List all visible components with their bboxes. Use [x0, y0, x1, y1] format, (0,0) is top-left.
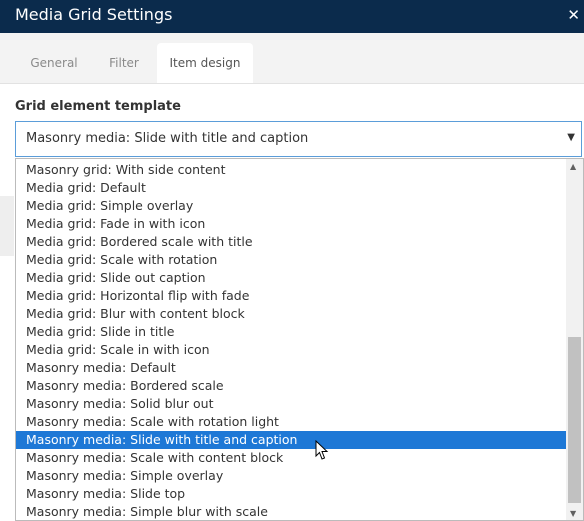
list-item-selected[interactable]: Masonry media: Slide with title and capt… — [16, 431, 567, 449]
list-item[interactable]: Media grid: Bordered scale with title — [16, 233, 567, 251]
list-item[interactable]: Media grid: Scale with rotation — [16, 251, 567, 269]
scrollbar[interactable]: ▲ ▼ — [566, 159, 583, 520]
dropdown-listbox[interactable]: Masonry grid: With side content Media gri… — [15, 158, 584, 521]
tab-item-design[interactable]: Item design — [157, 43, 253, 83]
scroll-down-icon[interactable]: ▼ — [570, 509, 576, 518]
list-item[interactable]: Masonry grid: With side content — [16, 161, 567, 179]
scroll-up-icon[interactable]: ▲ — [570, 162, 576, 171]
scrollbar-thumb[interactable] — [568, 337, 581, 503]
list-item[interactable]: Masonry media: Simple blur with scale — [16, 503, 567, 520]
background-panel — [0, 196, 14, 256]
grid-element-template-label: Grid element template — [15, 99, 181, 114]
list-item[interactable]: Masonry media: Solid blur out — [16, 395, 567, 413]
list-item[interactable]: Masonry media: Bordered scale — [16, 377, 567, 395]
grid-element-template-select[interactable]: Masonry media: Slide with title and capt… — [15, 121, 582, 157]
list-item[interactable]: Masonry media: Simple overlay — [16, 467, 567, 485]
list-item[interactable]: Media grid: Slide in title — [16, 323, 567, 341]
list-item[interactable]: Masonry media: Scale with rotation light — [16, 413, 567, 431]
list-item[interactable]: Media grid: Blur with content block — [16, 305, 567, 323]
list-item[interactable]: Media grid: Default — [16, 179, 567, 197]
dialog-titlebar: Media Grid Settings ✕ — [0, 0, 584, 33]
list-item[interactable]: Media grid: Fade in with icon — [16, 215, 567, 233]
mouse-cursor-icon — [315, 440, 329, 460]
list-item[interactable]: Media grid: Simple overlay — [16, 197, 567, 215]
list-item[interactable]: Masonry media: Default — [16, 359, 567, 377]
dialog-title: Media Grid Settings — [15, 5, 173, 24]
tab-bar: General Filter Item design — [0, 33, 584, 84]
tab-general[interactable]: General — [18, 43, 90, 83]
list-item[interactable]: Media grid: Scale in with icon — [16, 341, 567, 359]
list-item[interactable]: Masonry media: Scale with content block — [16, 449, 567, 467]
list-item[interactable]: Media grid: Slide out caption — [16, 269, 567, 287]
select-value: Masonry media: Slide with title and capt… — [26, 131, 309, 146]
list-item[interactable]: Media grid: Horizontal flip with fade — [16, 287, 567, 305]
chevron-down-icon: ▼ — [567, 132, 575, 143]
list-item[interactable]: Masonry media: Slide top — [16, 485, 567, 503]
close-icon[interactable]: ✕ — [567, 6, 580, 24]
tab-filter[interactable]: Filter — [96, 43, 152, 83]
